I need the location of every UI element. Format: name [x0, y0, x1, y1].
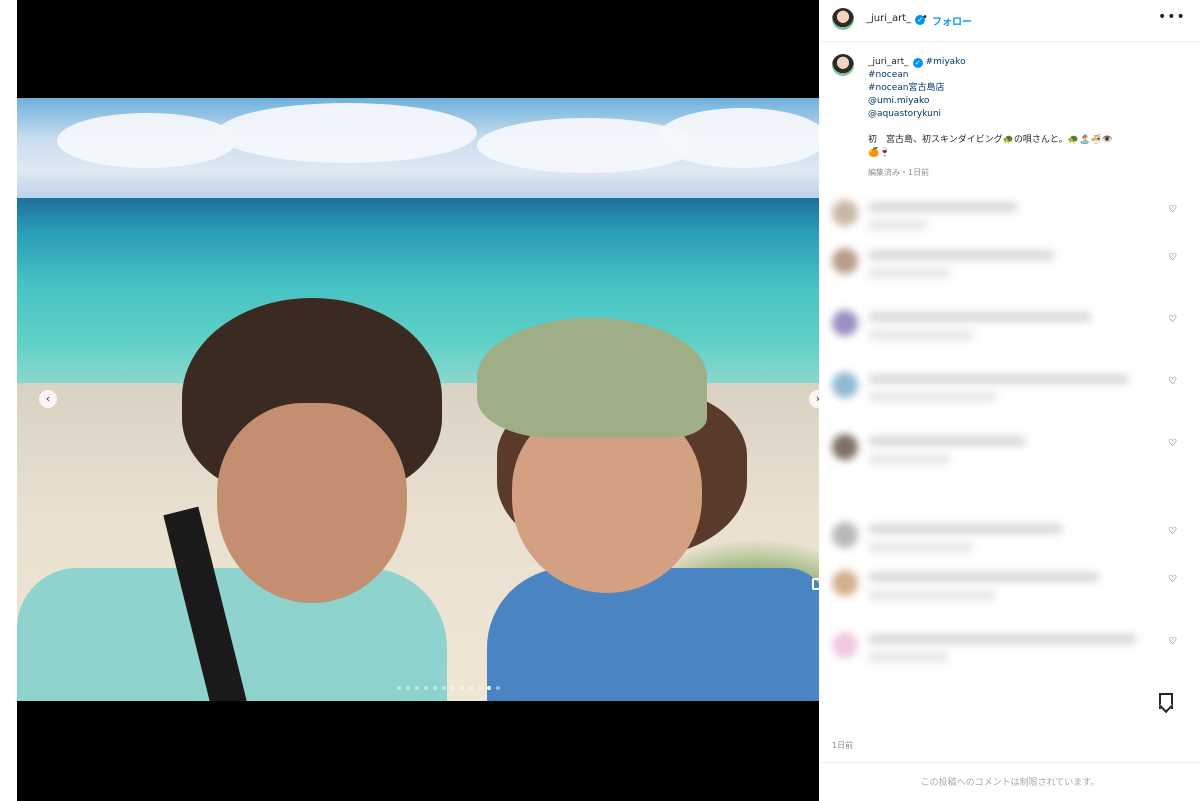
comment-item: ♡	[824, 300, 1200, 350]
carousel-dot	[415, 686, 419, 690]
carousel-dot	[442, 686, 446, 690]
comment-text	[868, 202, 1018, 212]
like-heart-icon[interactable]: ♡	[1168, 574, 1177, 585]
comment-text	[868, 572, 1100, 582]
commenter-avatar[interactable]	[832, 372, 858, 398]
verified-badge-icon: ✓	[912, 58, 923, 68]
comment-meta	[868, 392, 997, 402]
commenter-avatar[interactable]	[832, 200, 858, 226]
more-options-icon[interactable]: •••	[1158, 9, 1186, 25]
separator: •	[922, 12, 928, 23]
comment-meta	[868, 220, 928, 230]
mention-link[interactable]: @umi.miyako	[868, 95, 1188, 108]
avatar[interactable]	[832, 8, 854, 30]
author-username[interactable]: _juri_art_ ✓	[866, 13, 926, 25]
like-heart-icon[interactable]: ♡	[1168, 204, 1177, 215]
comment-text	[868, 634, 1137, 644]
bookmark-icon[interactable]	[1158, 692, 1173, 710]
caption-username[interactable]: _juri_art_	[868, 57, 909, 67]
commenter-avatar[interactable]	[832, 570, 858, 596]
carousel-dot	[424, 686, 428, 690]
sky	[17, 98, 819, 202]
person-left	[17, 298, 457, 701]
post-viewer: ‹ › _juri_art_ ✓ • フォロー ••• _juri_art_ ✓ #…	[0, 0, 1200, 801]
comment-item: ♡	[824, 512, 1200, 562]
comment-item: ♡	[824, 190, 1200, 240]
mention-link[interactable]: @aquastorykuni	[868, 108, 1188, 121]
like-heart-icon[interactable]: ♡	[1168, 376, 1177, 387]
comment-item: ♡	[824, 560, 1200, 610]
caption-body: 初 宮古島、初スキンダイビング🐢の唄さんと。🐢🏝️🍜👁️	[868, 135, 1113, 145]
comments-restricted-notice: この投稿へのコメントは制限されています。	[820, 762, 1200, 801]
comment-text	[868, 312, 1092, 322]
comment-meta	[868, 330, 974, 340]
comment-meta	[868, 652, 949, 662]
comment-meta	[868, 268, 951, 278]
comment-text	[868, 250, 1055, 260]
caption-meta: 編集済み・1日前	[868, 168, 930, 177]
comment-item: ♡	[824, 362, 1200, 412]
commenter-avatar[interactable]	[832, 632, 858, 658]
post-header: _juri_art_ ✓ • フォロー •••	[820, 0, 1200, 42]
caption-avatar[interactable]	[832, 54, 854, 76]
media-area: ‹ ›	[17, 0, 827, 801]
carousel-dot	[460, 686, 464, 690]
comment-item: ♡	[824, 622, 1200, 672]
like-heart-icon[interactable]: ♡	[1168, 636, 1177, 647]
comment-text	[868, 374, 1129, 384]
commenter-avatar[interactable]	[832, 248, 858, 274]
hashtag-link[interactable]: #miyako	[926, 57, 966, 67]
carousel-dot	[469, 686, 473, 690]
post-time[interactable]: 1日前	[832, 740, 853, 751]
hashtag-link[interactable]: #nocean宮古島店	[868, 82, 1188, 95]
carousel-dot	[433, 686, 437, 690]
comment-list: ♡ ♡ ♡ ♡ ♡ ♡ ♡ ♡	[824, 182, 1200, 742]
comment-meta	[868, 454, 950, 464]
carousel-dot	[478, 686, 482, 690]
follow-button[interactable]: フォロー	[932, 13, 972, 28]
post-side-panel: _juri_art_ ✓ • フォロー ••• _juri_art_ ✓ #miya…	[820, 0, 1200, 801]
like-heart-icon[interactable]: ♡	[1168, 314, 1177, 325]
comment-item: ♡	[824, 238, 1200, 288]
username-text[interactable]: _juri_art_	[866, 13, 911, 24]
post-photo	[17, 98, 819, 701]
like-heart-icon[interactable]: ♡	[1168, 252, 1177, 263]
like-heart-icon[interactable]: ♡	[1168, 438, 1177, 449]
carousel-indicator	[397, 686, 500, 690]
like-heart-icon[interactable]: ♡	[1168, 526, 1177, 537]
comment-text	[868, 436, 1026, 446]
caption-body-continued: 🍊🍷	[868, 148, 891, 158]
carousel-dot	[451, 686, 455, 690]
person-right	[447, 318, 819, 701]
commenter-avatar[interactable]	[832, 522, 858, 548]
carousel-dot	[406, 686, 410, 690]
comment-meta	[868, 542, 973, 552]
comment-item: ♡	[824, 424, 1200, 474]
carousel-prev-button[interactable]: ‹	[39, 390, 57, 408]
carousel-dot	[397, 686, 401, 690]
hashtag-link[interactable]: #nocean	[868, 69, 1188, 82]
comment-meta	[868, 590, 996, 600]
commenter-avatar[interactable]	[832, 310, 858, 336]
commenter-avatar[interactable]	[832, 434, 858, 460]
comment-text	[868, 524, 1063, 534]
carousel-dot	[496, 686, 500, 690]
carousel-dot	[487, 686, 491, 690]
caption-text: _juri_art_ ✓ #miyako #nocean #nocean宮古島店 …	[868, 56, 1188, 179]
